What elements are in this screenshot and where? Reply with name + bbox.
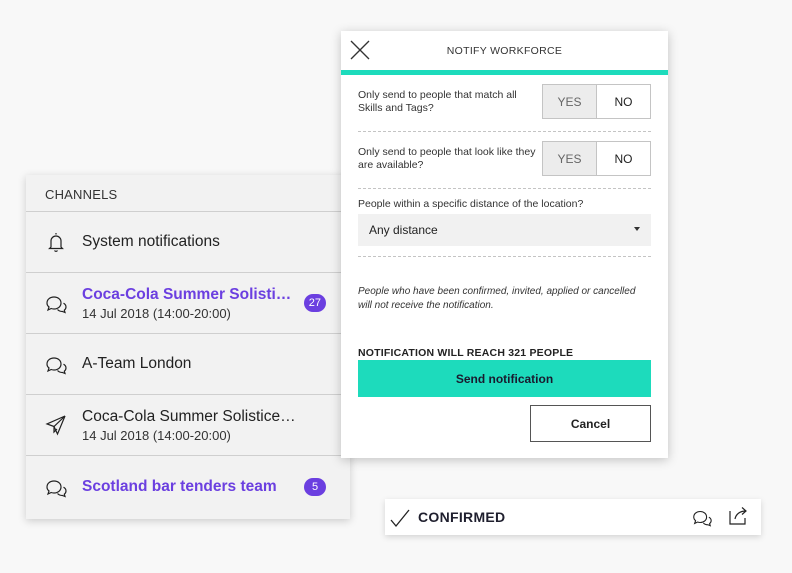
channel-title: Scotland bar tenders team	[82, 477, 277, 495]
chat-bubbles-icon	[46, 479, 67, 498]
channels-panel: CHANNELS System notifications Coca-Cola …	[26, 175, 350, 519]
unread-count-badge: 5	[304, 477, 326, 496]
availability-question: Only send to people that look like they …	[358, 132, 651, 189]
caret-down-icon	[634, 227, 640, 231]
channel-title: Coca-Cola Summer Solistice event	[82, 407, 298, 425]
channel-title: System notifications	[82, 233, 220, 250]
share-icon[interactable]	[727, 505, 749, 527]
distance-label: People within a specific distance of the…	[358, 198, 584, 210]
skills-tags-question: Only send to people that match all Skill…	[358, 75, 651, 132]
paper-plane-icon	[45, 415, 66, 436]
question-label: Only send to people that look like they …	[358, 146, 536, 171]
chat-bubbles-icon	[46, 357, 67, 375]
notify-workforce-dialog: NOTIFY WORKFORCE Only send to people tha…	[341, 31, 668, 458]
channel-title: Coca-Cola Summer Solistic…	[82, 285, 298, 303]
check-icon	[390, 509, 410, 528]
distance-value: Any distance	[369, 223, 438, 237]
channel-item-a-team-london[interactable]: A-Team London	[26, 334, 350, 395]
channel-item-scotland-bar-tenders[interactable]: Scotland bar tenders team 5	[26, 456, 350, 517]
unread-count-badge: 27	[303, 294, 326, 312]
channel-item-coca-cola-summer[interactable]: Coca-Cola Summer Solistic… 14 Jul 2018 (…	[26, 273, 350, 334]
send-notification-button[interactable]: Send notification	[358, 360, 651, 397]
yes-no-toggle: YES NO	[542, 141, 651, 176]
no-option[interactable]: NO	[597, 85, 650, 118]
reach-count: NOTIFICATION WILL REACH 321 PEOPLE	[358, 347, 574, 359]
channel-item-system-notifications[interactable]: System notifications	[26, 212, 350, 273]
bell-icon	[48, 233, 64, 252]
question-label: Only send to people that match all Skill…	[358, 89, 517, 114]
distance-filter: People within a specific distance of the…	[358, 189, 651, 257]
yes-no-toggle: YES NO	[542, 84, 651, 119]
chat-bubbles-icon[interactable]	[691, 506, 713, 528]
channel-date: 14 Jul 2018 (14:00-20:00)	[82, 427, 231, 443]
yes-option[interactable]: YES	[543, 85, 597, 118]
exclusion-note: People who have been confirmed, invited,…	[358, 286, 636, 311]
channel-item-coca-cola-event[interactable]: Coca-Cola Summer Solistice event 14 Jul …	[26, 395, 350, 456]
dialog-title: NOTIFY WORKFORCE	[446, 45, 563, 57]
chat-bubbles-icon	[46, 296, 67, 314]
confirmed-status-bar: CONFIRMED	[385, 499, 761, 535]
status-label: CONFIRMED	[418, 509, 506, 525]
distance-select[interactable]: Any distance	[358, 214, 651, 246]
channel-title: A-Team London	[82, 355, 192, 372]
channels-header: CHANNELS	[26, 175, 350, 212]
no-option[interactable]: NO	[597, 142, 650, 175]
cancel-button[interactable]: Cancel	[530, 405, 651, 442]
yes-option[interactable]: YES	[543, 142, 597, 175]
